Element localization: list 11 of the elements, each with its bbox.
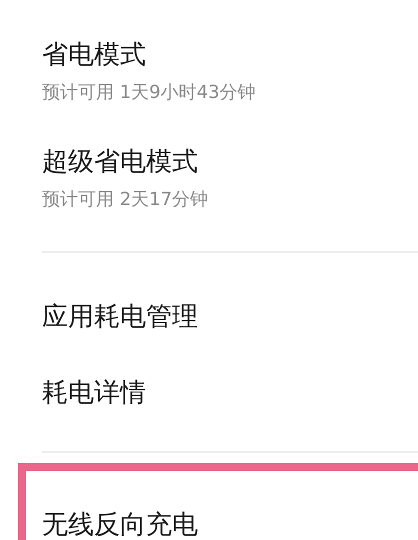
setting-subtitle: 预计可用 1天9小时43分钟 <box>42 81 257 105</box>
setting-title: 应用耗电管理 <box>42 301 198 334</box>
setting-subtitle: 预计可用 2天17分钟 <box>42 188 210 212</box>
setting-title: 超级省电模式 <box>42 146 199 179</box>
setting-item[interactable]: 应用耗电管理 <box>0 279 418 355</box>
setting-title: 耗电详情 <box>42 377 146 410</box>
setting-title: 省电模式 <box>42 39 147 72</box>
setting-item[interactable]: 省电模式 预计可用 1天9小时43分钟 <box>0 0 418 107</box>
setting-item[interactable]: 超级省电模式 预计可用 2天17分钟 <box>0 107 418 214</box>
setting-item[interactable]: 耗电详情 <box>0 355 418 431</box>
setting-title: 无线反向充电 <box>42 509 198 540</box>
